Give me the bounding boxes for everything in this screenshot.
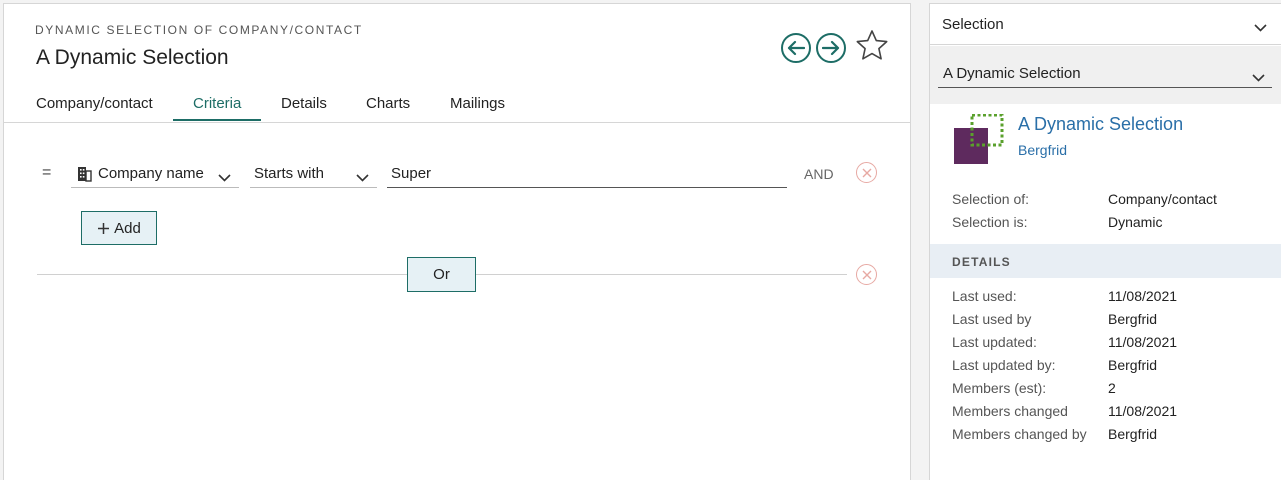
detail-value: Bergfrid bbox=[1108, 311, 1158, 327]
side-panel: Selection A Dynamic Selection A Dynamic … bbox=[929, 3, 1281, 480]
chevron-down-icon bbox=[1252, 69, 1265, 86]
detail-label: Last used: bbox=[952, 288, 1017, 304]
tab-bar: Company/contact Criteria Details Charts … bbox=[4, 84, 910, 123]
nav-arrows bbox=[781, 29, 889, 66]
detail-label: Last used by bbox=[952, 311, 1032, 327]
detail-value: 2 bbox=[1108, 380, 1116, 396]
add-criterion-button[interactable]: Add bbox=[81, 211, 157, 245]
conjunction-label: AND bbox=[804, 166, 834, 182]
chevron-down-icon bbox=[356, 169, 369, 187]
detail-label: Members (est): bbox=[952, 380, 1047, 396]
selection-dropdown-value: A Dynamic Selection bbox=[943, 64, 1081, 82]
selection-dropdown[interactable]: A Dynamic Selection bbox=[938, 59, 1272, 88]
favorite-star-icon[interactable] bbox=[855, 29, 889, 66]
detail-label: Members changed by bbox=[952, 426, 1087, 442]
detail-value: 11/08/2021 bbox=[1108, 334, 1178, 350]
dynamic-selection-icon bbox=[954, 113, 1006, 166]
main-panel: DYNAMIC SELECTION OF COMPANY/CONTACT A D… bbox=[3, 3, 911, 480]
chevron-down-icon bbox=[1254, 19, 1267, 36]
or-button[interactable]: Or bbox=[407, 257, 476, 292]
details-heading: DETAILS bbox=[952, 255, 1011, 269]
summary-label: Selection of: bbox=[952, 191, 1030, 207]
remove-criterion-icon[interactable] bbox=[856, 162, 877, 183]
company-building-icon bbox=[77, 166, 92, 182]
plus-icon bbox=[97, 222, 110, 235]
tab-mailings[interactable]: Mailings bbox=[450, 95, 505, 112]
tab-charts[interactable]: Charts bbox=[366, 95, 410, 112]
remove-group-icon[interactable] bbox=[856, 264, 877, 285]
details-section-header: DETAILS bbox=[930, 244, 1281, 278]
detail-label: Last updated by: bbox=[952, 357, 1056, 373]
equals-handle[interactable]: = bbox=[42, 164, 51, 182]
page-subtitle: DYNAMIC SELECTION OF COMPANY/CONTACT bbox=[35, 23, 363, 37]
criteria-value-input[interactable] bbox=[387, 160, 787, 188]
side-panel-header-select[interactable]: Selection bbox=[930, 4, 1281, 45]
criteria-field-select[interactable]: Company name bbox=[71, 160, 239, 188]
selection-picker-area: A Dynamic Selection bbox=[930, 46, 1281, 104]
detail-value: 11/08/2021 bbox=[1108, 403, 1178, 419]
tab-criteria[interactable]: Criteria bbox=[193, 95, 241, 112]
detail-value: Bergfrid bbox=[1108, 426, 1158, 442]
tab-company-contact[interactable]: Company/contact bbox=[36, 95, 153, 112]
selection-owner-link[interactable]: Bergfrid bbox=[1018, 142, 1067, 158]
criteria-field-value: Company name bbox=[98, 165, 204, 182]
detail-value: 11/08/2021 bbox=[1108, 288, 1178, 304]
forward-arrow-icon[interactable] bbox=[816, 32, 846, 63]
tab-details[interactable]: Details bbox=[281, 95, 327, 112]
summary-value: Dynamic bbox=[1108, 214, 1163, 230]
chevron-down-icon bbox=[218, 169, 231, 187]
selection-name-link[interactable]: A Dynamic Selection bbox=[1018, 114, 1183, 135]
summary-value: Company/contact bbox=[1108, 191, 1217, 207]
summary-label: Selection is: bbox=[952, 214, 1028, 230]
detail-label: Last updated: bbox=[952, 334, 1037, 350]
criteria-operator-value: Starts with bbox=[254, 165, 325, 182]
active-tab-indicator bbox=[173, 119, 261, 121]
detail-label: Members changed bbox=[952, 403, 1068, 419]
criteria-operator-select[interactable]: Starts with bbox=[250, 160, 377, 188]
add-label: Add bbox=[114, 219, 141, 237]
page-title: A Dynamic Selection bbox=[36, 46, 229, 69]
side-panel-header-label: Selection bbox=[942, 15, 1004, 33]
detail-value: Bergfrid bbox=[1108, 357, 1158, 373]
back-arrow-icon[interactable] bbox=[781, 32, 811, 63]
